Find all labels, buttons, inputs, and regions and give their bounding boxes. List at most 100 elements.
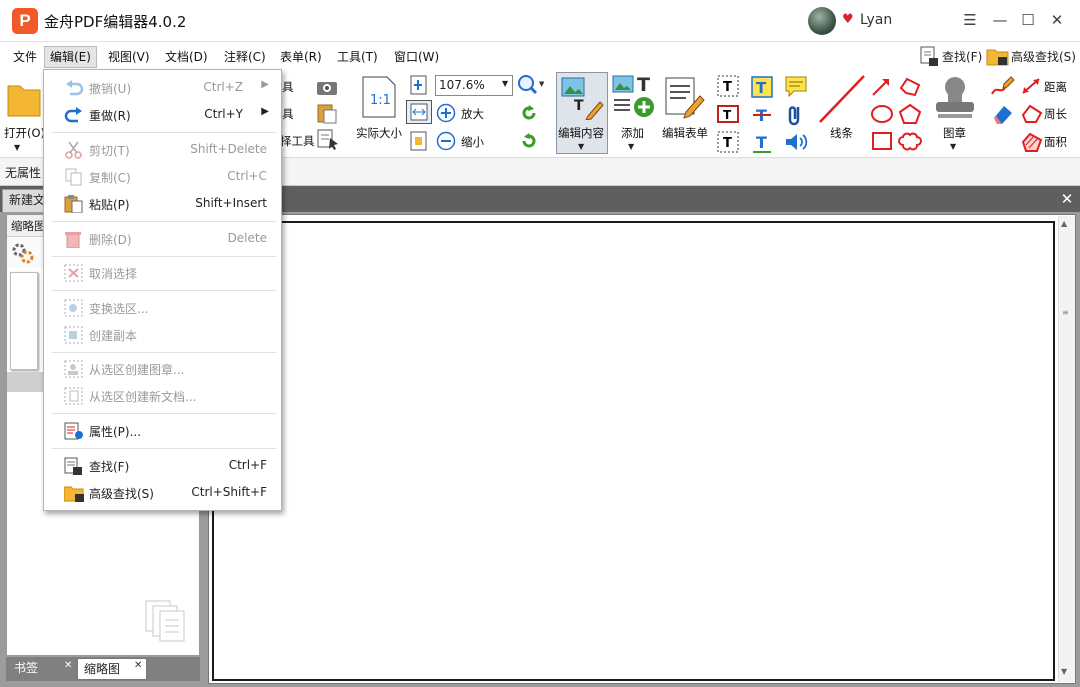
- text-field-icon[interactable]: T: [716, 102, 740, 126]
- menu-edit[interactable]: 编辑(E): [44, 46, 97, 68]
- arrow-tool-icon[interactable]: [870, 76, 892, 98]
- menu-icon[interactable]: ☰: [958, 8, 982, 32]
- rectangle-tool-icon[interactable]: [870, 130, 894, 152]
- menu-item-duplicate[interactable]: 创建副本: [44, 322, 281, 348]
- add-button[interactable]: 添加: [621, 125, 644, 141]
- actual-size-button[interactable]: 实际大小: [356, 125, 402, 141]
- zoom-tool-icon[interactable]: ▼: [517, 74, 547, 96]
- strikeout-text-icon[interactable]: T: [750, 103, 774, 127]
- zoom-dropdown-icon[interactable]: ▼: [502, 79, 508, 88]
- eraser-tool-icon[interactable]: [990, 102, 1016, 126]
- attach-file-icon[interactable]: [786, 103, 806, 127]
- menu-item-cut[interactable]: 剪切(T) Shift+Delete: [44, 137, 281, 163]
- svg-text:T: T: [723, 108, 732, 122]
- menu-item-properties[interactable]: 属性(P)...: [44, 418, 281, 444]
- maximize-button[interactable]: ☐: [1016, 8, 1040, 32]
- scroll-grip-icon[interactable]: ≡: [1062, 308, 1069, 317]
- zoom-out-icon[interactable]: [436, 131, 456, 151]
- perimeter-tool-icon[interactable]: [1020, 103, 1044, 125]
- add-icon[interactable]: T: [612, 74, 656, 122]
- fit-width-icon[interactable]: [406, 100, 432, 124]
- ellipse-tool-icon[interactable]: [870, 103, 894, 125]
- menu-item-delete[interactable]: 删除(D) Delete: [44, 226, 281, 252]
- sound-icon[interactable]: [784, 131, 810, 153]
- document-page[interactable]: [212, 221, 1055, 681]
- menu-view[interactable]: 视图(V): [102, 46, 156, 68]
- cloud-tool-icon[interactable]: [898, 130, 922, 152]
- pencil-tool-icon[interactable]: [990, 74, 1016, 98]
- menu-file[interactable]: 文件: [7, 46, 43, 68]
- line-tool-icon[interactable]: [816, 72, 868, 128]
- sticky-note-icon[interactable]: [784, 74, 808, 98]
- actual-size-icon[interactable]: 1:1: [361, 76, 397, 118]
- menu-document[interactable]: 文档(D): [159, 46, 214, 68]
- stamp-icon[interactable]: [932, 74, 978, 120]
- text-box-icon[interactable]: T: [716, 74, 740, 98]
- menu-item-paste[interactable]: 粘贴(P) Shift+Insert: [44, 191, 281, 217]
- add-dropdown-icon[interactable]: ▼: [628, 142, 634, 151]
- menu-item-find[interactable]: 查找(F) Ctrl+F: [44, 453, 281, 479]
- zoom-in-icon[interactable]: [436, 103, 456, 123]
- menu-item-undo[interactable]: 撤销(U) Ctrl+Z ▶: [44, 75, 281, 101]
- close-thumbnails-tab-icon[interactable]: ✕: [134, 660, 142, 671]
- scroll-down-icon[interactable]: ▼: [1061, 667, 1067, 676]
- polyline-tool-icon[interactable]: [898, 76, 922, 98]
- cut-icon: [64, 141, 84, 159]
- rotate-counterclockwise-icon[interactable]: [519, 103, 539, 123]
- zoom-in-button[interactable]: 放大: [461, 106, 484, 122]
- find-button[interactable]: 查找(F): [942, 48, 982, 65]
- property-status: 无属性: [5, 166, 42, 180]
- document-tab[interactable]: 新建文档: [2, 189, 46, 212]
- watermark-pages-icon: [143, 598, 189, 644]
- perimeter-button[interactable]: 周长: [1044, 106, 1067, 122]
- zoom-out-button[interactable]: 缩小: [461, 134, 484, 150]
- menu-form[interactable]: 表单(R): [274, 46, 328, 68]
- menu-item-stamp-from-selection[interactable]: 从选区创建图章...: [44, 356, 281, 382]
- open-button[interactable]: 打开(O): [4, 125, 45, 141]
- advanced-find-button[interactable]: 高级查找(S): [1011, 48, 1076, 65]
- edit-content-dropdown-icon[interactable]: ▼: [578, 142, 584, 151]
- avatar[interactable]: [808, 7, 836, 35]
- paste-icon[interactable]: [316, 102, 338, 124]
- menu-separator: [52, 290, 276, 291]
- polygon-tool-icon[interactable]: [898, 103, 922, 125]
- fit-visible-icon[interactable]: [408, 131, 430, 151]
- area-tool-icon[interactable]: [1020, 131, 1044, 153]
- stamp-dropdown-icon[interactable]: ▼: [950, 142, 956, 151]
- menu-item-copy[interactable]: 复制(C) Ctrl+C: [44, 164, 281, 190]
- thumbnail-options-icon[interactable]: [11, 242, 35, 264]
- menu-item-redo[interactable]: 重做(R) Ctrl+Y ▶: [44, 102, 281, 128]
- rotate-clockwise-icon[interactable]: [519, 131, 539, 151]
- distance-button[interactable]: 距离: [1044, 79, 1067, 95]
- menu-item-deselect[interactable]: 取消选择: [44, 260, 281, 286]
- menu-item-transform-selection[interactable]: 变换选区...: [44, 295, 281, 321]
- menu-item-advanced-find[interactable]: 高级查找(S) Ctrl+Shift+F: [44, 480, 281, 506]
- lines-button[interactable]: 线条: [830, 125, 853, 141]
- select-tool-icon[interactable]: [316, 128, 340, 150]
- underline-text-icon[interactable]: T: [750, 131, 774, 155]
- stamp-button[interactable]: 图章: [943, 125, 966, 141]
- menu-item-doc-from-selection[interactable]: 从选区创建新文档...: [44, 383, 281, 409]
- highlight-text-icon[interactable]: T: [750, 75, 774, 99]
- toolbar-partial-label-3[interactable]: 择工具: [280, 133, 315, 149]
- snapshot-icon[interactable]: [316, 78, 338, 96]
- close-bookmarks-tab-icon[interactable]: ✕: [64, 660, 72, 671]
- vertical-scrollbar[interactable]: [1058, 216, 1075, 682]
- close-button[interactable]: ✕: [1045, 8, 1069, 32]
- area-button[interactable]: 面积: [1044, 134, 1067, 150]
- username[interactable]: Lyan: [860, 12, 892, 28]
- menu-window[interactable]: 窗口(W): [388, 46, 445, 68]
- open-dropdown-icon[interactable]: ▼: [14, 143, 20, 152]
- app-logo-icon: P: [12, 8, 38, 34]
- close-document-icon[interactable]: ✕: [1058, 190, 1076, 208]
- edit-form-icon[interactable]: [664, 76, 708, 120]
- fit-page-icon[interactable]: [408, 75, 430, 95]
- edit-form-button[interactable]: 编辑表单: [662, 125, 708, 141]
- distance-tool-icon[interactable]: [1020, 76, 1042, 96]
- minimize-button[interactable]: —: [988, 8, 1012, 32]
- page-thumbnail[interactable]: [10, 272, 38, 370]
- scroll-up-icon[interactable]: ▲: [1061, 219, 1067, 228]
- menu-tools[interactable]: 工具(T): [331, 46, 384, 68]
- menu-comment[interactable]: 注释(C): [218, 46, 272, 68]
- typewriter-icon[interactable]: T: [716, 130, 740, 154]
